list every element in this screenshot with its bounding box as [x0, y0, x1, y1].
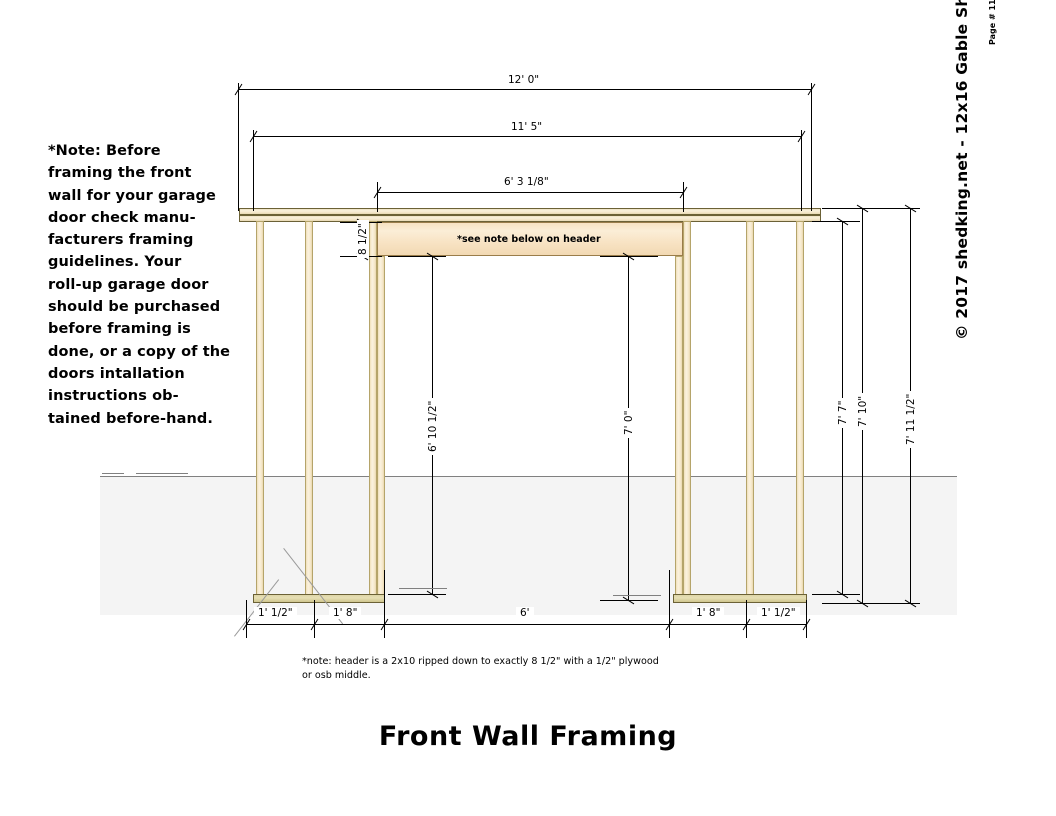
note-line-1: framing the front [48, 165, 192, 182]
header-spec-note: *note: header is a 2x10 ripped down to e… [302, 655, 722, 683]
bottom-plate-right [673, 594, 807, 603]
ext-line-bottom-3 [384, 570, 385, 638]
ext-line-opening-left-bottom [388, 594, 446, 595]
page-number: Page # 11 [988, 0, 997, 45]
note-line-12: tained before-hand. [48, 410, 213, 427]
ext-line-plate-left [253, 130, 254, 211]
note-line-10: doors intallation [48, 365, 185, 382]
stud-left-corner [256, 221, 264, 596]
stud-right-inner [746, 221, 754, 596]
stud-right-corner [796, 221, 804, 596]
dim-label-stud-height: 7' 7" [837, 397, 849, 428]
note-line-9: done, or a copy of the [48, 343, 231, 360]
leader-stub-right [613, 595, 661, 596]
dim-line-header-width [377, 192, 683, 193]
dim-label-left-inner-bay: 1' 8" [329, 607, 362, 619]
note-line-4: facturers framing [48, 232, 194, 249]
framing-note-block: *Note: Before framing the front wall for… [48, 140, 248, 430]
bottom-note-line-0: *note: header is a 2x10 ripped down to e… [302, 656, 659, 667]
grade-line-segment-left-2 [136, 473, 188, 474]
ext-line-bottom-2 [314, 600, 315, 638]
king-stud-right [683, 221, 691, 596]
ext-line-opening-left-top [388, 256, 446, 257]
dim-label-door-rough-opening: 6' [516, 607, 534, 619]
ext-line-bottom-1 [246, 600, 247, 638]
dim-label-plate-width: 11' 5" [507, 121, 547, 133]
note-line-7: should be purchased [48, 299, 221, 316]
ext-line-plate-right [801, 130, 802, 211]
ext-line-stud-height-top [812, 221, 860, 222]
dim-label-overall-height: 7' 11 1/2" [905, 390, 917, 448]
stud-left-inner [305, 221, 313, 596]
king-stud-left [369, 221, 377, 596]
note-line-11: instructions ob- [48, 388, 179, 405]
note-line-5: guidelines. Your [48, 254, 182, 271]
dim-label-overall-width: 12' 0" [504, 74, 544, 86]
ext-line-bottom-6 [806, 600, 807, 638]
copyright-notice: © 2017 shedking.net - 12x16 Gable Shed w… [953, 0, 971, 340]
note-line-8: before framing is [48, 321, 191, 338]
page-title: Front Wall Framing [378, 721, 678, 752]
dim-label-left-end-bay: 1' 1/2" [254, 607, 297, 619]
ext-line-stud-height-bottom [812, 594, 860, 595]
dim-line-plate-width [253, 136, 801, 137]
drawing-page: *see note below on header 12' 0" 11' 5" … [0, 0, 1056, 816]
top-plate-lower [239, 215, 821, 222]
note-line-2: wall for your garage [48, 187, 216, 204]
trimmer-stud-right [675, 256, 683, 596]
top-plate-upper [239, 208, 821, 215]
dim-label-opening-height-right: 7' 0" [623, 407, 635, 438]
ground-line [100, 476, 957, 477]
leader-stub-left [399, 588, 447, 589]
dim-label-right-inner-bay: 1' 8" [692, 607, 725, 619]
dim-label-header-width: 6' 3 1/8" [500, 176, 553, 188]
trimmer-stud-left [377, 256, 385, 596]
ext-line-bottom-5 [746, 600, 747, 638]
grade-line-segment-left [102, 473, 124, 474]
dim-label-opening-height-left: 6' 10 1/2" [427, 397, 439, 455]
dim-line-overall-width [238, 89, 811, 90]
bottom-note-line-1: or osb middle. [302, 670, 371, 681]
dim-label-right-end-bay: 1' 1/2" [757, 607, 800, 619]
ext-line-bottom-4 [669, 570, 670, 638]
ext-line-header-left [377, 182, 378, 212]
dim-line-bottom-chain [246, 624, 806, 625]
dim-label-header-depth: 8 1/2" [357, 220, 369, 258]
note-line-0: *Note: Before [48, 143, 161, 159]
note-line-3: door check manu- [48, 209, 196, 226]
dim-label-wall-height: 7' 10" [857, 392, 869, 430]
ext-line-header-right [683, 182, 684, 212]
note-line-6: roll-up garage door [48, 276, 209, 293]
ext-line-overall-right [811, 83, 812, 211]
header-note-label: *see note below on header [457, 234, 601, 245]
